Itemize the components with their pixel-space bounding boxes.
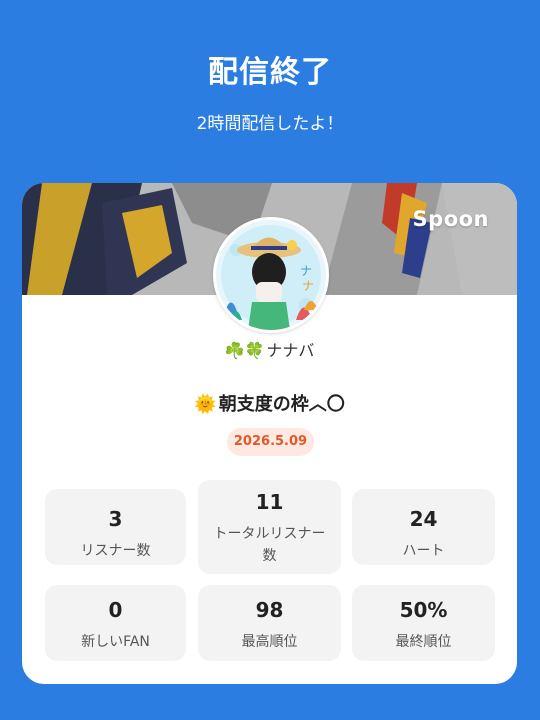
stat-value: 3 [108,507,123,531]
avatar-illustration: ナ ナ [216,220,326,330]
live-title: 🌞 朝支度の枠︿〇 [22,390,517,416]
username: ☘️🍀 ナナバ [22,337,517,361]
svg-text:ナ: ナ [300,264,312,278]
stat-listeners: 3 リスナー数 [45,489,186,565]
stat-label: 新しいFAN [81,634,150,650]
stat-new-fans: 0 新しいFAN [45,585,186,661]
live-title-text: 朝支度の枠︿〇 [218,394,345,415]
stat-value: 24 [409,507,438,531]
stat-label: 最高順位 [241,634,298,650]
stat-value: 11 [255,490,284,514]
sun-icon: 🌞 [194,394,217,415]
spoon-logo: Spoon [412,207,489,231]
clover-icon: ☘️🍀 [224,341,265,360]
stat-value: 0 [108,598,123,622]
stat-value: 98 [255,598,284,622]
stat-value: 50% [399,598,448,622]
stat-final-rank: 50% 最終順位 [352,585,495,661]
username-text: ナナバ [266,341,315,360]
stat-label: リスナー数 [80,543,151,559]
broadcast-summary-card: Spoon ナ ナ ☘️🍀 ナナバ 🌞 朝支度の枠︿〇 2026.5.09 3 … [22,183,517,684]
date-badge: 2026.5.09 [227,428,314,456]
svg-text:ナ: ナ [302,279,314,293]
stat-hearts: 24 ハート [352,489,495,565]
avatar[interactable]: ナ ナ [213,217,329,333]
stat-label: 最終順位 [395,634,452,650]
stat-label: ハート [402,543,445,559]
page-title: 配信終了 [208,55,332,90]
stat-total-listeners: 11 トータルリスナー数 [198,480,341,574]
stat-highest-rank: 98 最高順位 [198,585,341,661]
broadcast-duration-text: 2時間配信したよ！ [196,114,344,134]
stat-label: トータルリスナー数 [213,526,326,564]
